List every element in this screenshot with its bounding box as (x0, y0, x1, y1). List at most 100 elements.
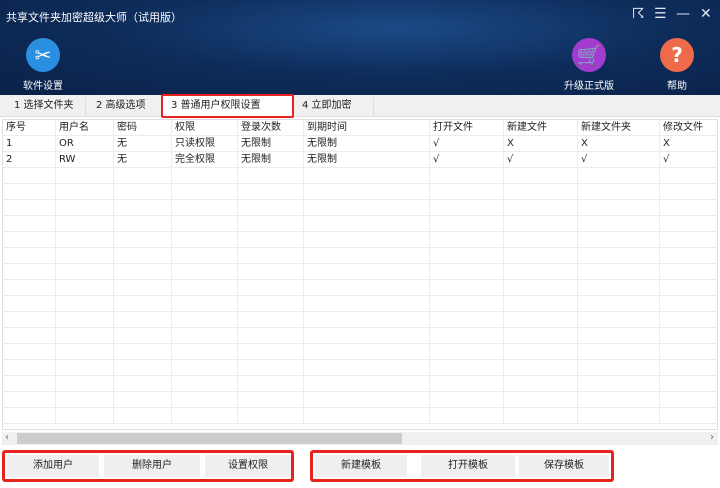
add-user-button[interactable]: 添加用户 (7, 455, 99, 477)
set-permissions-button[interactable]: 设置权限 (205, 455, 291, 477)
empty-cell (503, 280, 577, 296)
save-template-button[interactable]: 保存模板 (519, 455, 609, 477)
empty-cell (503, 376, 577, 392)
tab-encrypt-now[interactable]: 4 立即加密 (294, 97, 374, 117)
table-row[interactable] (3, 232, 717, 248)
empty-cell (3, 344, 55, 360)
empty-cell (113, 184, 171, 200)
empty-cell (577, 376, 659, 392)
empty-cell (171, 200, 237, 216)
column-header: 修改文件 (659, 120, 717, 136)
minimize-icon[interactable]: — (676, 6, 690, 22)
table-row[interactable] (3, 168, 717, 184)
tab-user-permissions[interactable]: 3 普通用户权限设置 (161, 94, 294, 118)
table-row[interactable] (3, 248, 717, 264)
user-table[interactable]: 序号 用户名 密码 权限 登录次数 到期时间 打开文件 新建文件 新建文件夹 修改文件 1 OR 无只读… (2, 119, 718, 430)
empty-cell (429, 392, 503, 408)
settings-label[interactable]: 软件设置 (8, 77, 78, 92)
table-row[interactable] (3, 392, 717, 408)
table-cell: 无 (113, 152, 171, 168)
scroll-right-icon[interactable]: › (710, 432, 714, 443)
table-row[interactable] (3, 360, 717, 376)
table-row[interactable] (3, 296, 717, 312)
empty-cell (659, 232, 717, 248)
tab-advanced[interactable]: 2 高级选项 (88, 97, 162, 117)
empty-cell (503, 392, 577, 408)
skin-icon[interactable]: ☈ (632, 6, 645, 22)
empty-cell (303, 360, 429, 376)
table-row[interactable]: 1 OR 无只读权限 无限制 无限制 √ X X X (3, 136, 717, 152)
empty-cell (429, 408, 503, 424)
empty-cell (429, 264, 503, 280)
delete-user-button[interactable]: 删除用户 (104, 455, 200, 477)
empty-cell (577, 360, 659, 376)
upgrade-label[interactable]: 升级正式版 (554, 77, 624, 92)
empty-cell (429, 344, 503, 360)
empty-cell (55, 264, 113, 280)
column-header: 新建文件夹 (577, 120, 659, 136)
open-template-button[interactable]: 打开模板 (421, 455, 515, 477)
empty-cell (113, 200, 171, 216)
empty-cell (659, 264, 717, 280)
table-cell: 无 (113, 136, 171, 152)
empty-cell (113, 248, 171, 264)
empty-cell (3, 232, 55, 248)
empty-cell (577, 312, 659, 328)
empty-cell (503, 216, 577, 232)
table-row[interactable] (3, 344, 717, 360)
table-row[interactable] (3, 280, 717, 296)
empty-cell (171, 392, 237, 408)
empty-cell (171, 264, 237, 280)
column-header: 密码 (113, 120, 171, 136)
table-row[interactable] (3, 408, 717, 424)
table-cell: 完全权限 (171, 152, 237, 168)
empty-cell (303, 280, 429, 296)
empty-cell (503, 200, 577, 216)
table-row[interactable] (3, 184, 717, 200)
empty-cell (113, 408, 171, 424)
table-row[interactable] (3, 376, 717, 392)
table-row[interactable] (3, 200, 717, 216)
new-template-button[interactable]: 新建模板 (315, 455, 407, 477)
settings-icon[interactable]: ✂ (26, 38, 60, 72)
table-row[interactable] (3, 264, 717, 280)
table-row[interactable] (3, 312, 717, 328)
empty-cell (171, 168, 237, 184)
empty-cell (171, 184, 237, 200)
cart-icon[interactable]: 🛒 (572, 38, 606, 72)
table-header-row: 序号 用户名 密码 权限 登录次数 到期时间 打开文件 新建文件 新建文件夹 修改文件 (3, 120, 717, 136)
scrollbar-thumb[interactable] (17, 433, 402, 444)
empty-cell (171, 280, 237, 296)
help-label[interactable]: 帮助 (642, 77, 712, 92)
empty-cell (3, 200, 55, 216)
table-row[interactable] (3, 216, 717, 232)
empty-cell (577, 344, 659, 360)
empty-cell (503, 168, 577, 184)
empty-cell (3, 392, 55, 408)
empty-cell (3, 376, 55, 392)
help-icon[interactable]: ? (660, 38, 694, 72)
empty-cell (659, 376, 717, 392)
empty-cell (503, 344, 577, 360)
table-cell: 2 (6, 154, 13, 165)
empty-cell (113, 392, 171, 408)
empty-cell (237, 328, 303, 344)
scroll-left-icon[interactable]: ‹ (5, 432, 9, 443)
column-header: 登录次数 (237, 120, 303, 136)
empty-cell (429, 232, 503, 248)
column-header: 用户名 (55, 120, 113, 136)
empty-cell (171, 376, 237, 392)
table-row[interactable] (3, 328, 717, 344)
empty-cell (171, 408, 237, 424)
table-row[interactable]: 2 RW 无完全权限 无限制 无限制 √ √ √ √ (3, 152, 717, 168)
empty-cell (55, 344, 113, 360)
empty-cell (303, 296, 429, 312)
column-header: 打开文件 (429, 120, 503, 136)
menu-icon[interactable]: ☰ (654, 6, 667, 22)
empty-cell (303, 216, 429, 232)
horizontal-scrollbar[interactable]: ‹ › (2, 432, 718, 445)
close-icon[interactable]: ✕ (700, 6, 712, 22)
empty-cell (577, 248, 659, 264)
tab-bar: 1 选择文件夹 2 高级选项 3 普通用户权限设置 4 立即加密 (0, 94, 720, 118)
tab-select-folder[interactable]: 1 选择文件夹 (6, 97, 86, 117)
